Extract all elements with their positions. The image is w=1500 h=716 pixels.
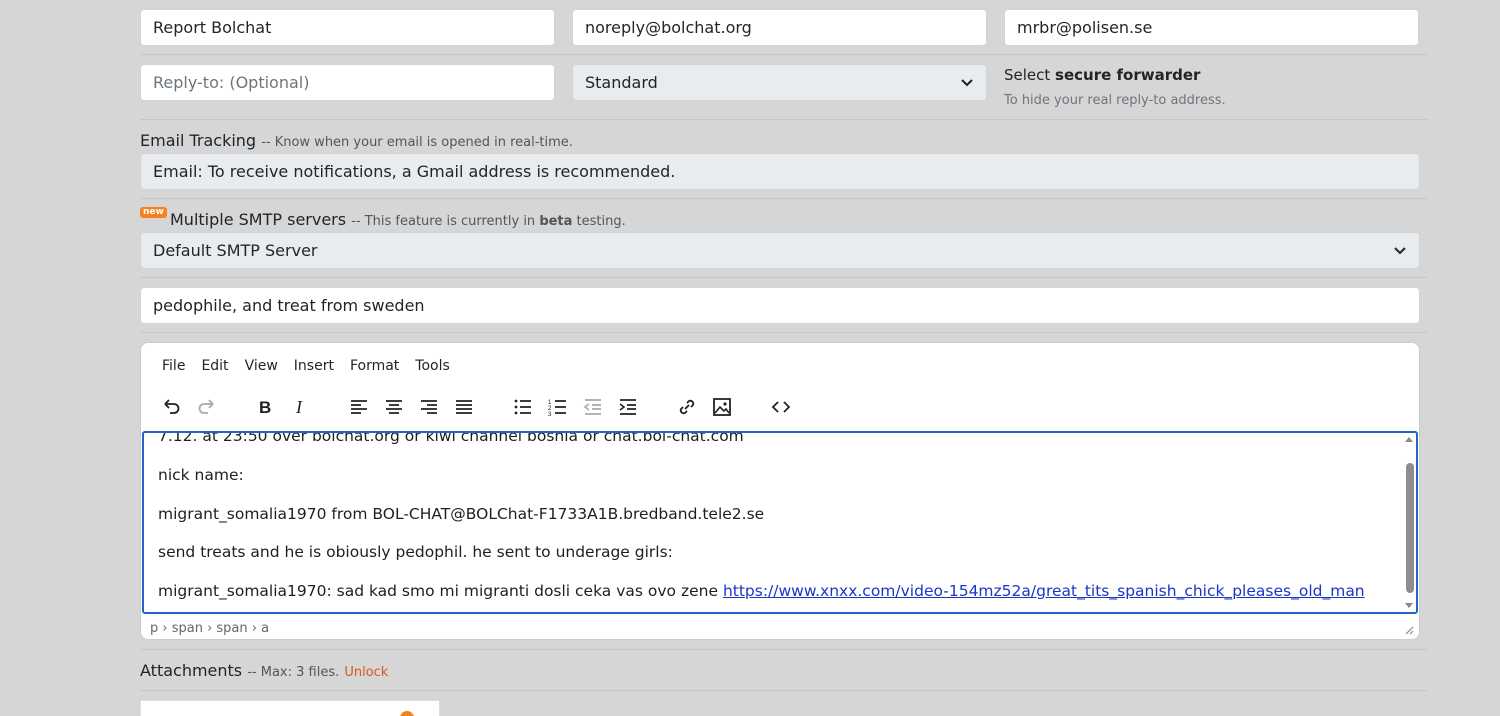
- forwarder-title: Select secure forwarder: [1004, 66, 1200, 84]
- align-left-icon[interactable]: [348, 396, 370, 418]
- scroll-down-icon[interactable]: [1404, 602, 1414, 610]
- smtp-note-suffix: testing.: [572, 214, 626, 229]
- align-right-icon[interactable]: [418, 396, 440, 418]
- menu-file[interactable]: File: [162, 358, 185, 374]
- tracking-heading: Email Tracking -- Know when your email i…: [140, 131, 573, 150]
- svg-text:B: B: [259, 398, 271, 417]
- content-line: migrant_somalia1970: sad kad smo mi migr…: [158, 582, 1365, 600]
- divider: [140, 277, 1427, 278]
- redo-icon[interactable]: [196, 396, 218, 418]
- smtp-note: -- This feature is currently in beta tes…: [351, 214, 626, 229]
- outdent-icon[interactable]: [582, 396, 604, 418]
- align-center-icon[interactable]: [383, 396, 405, 418]
- content-line: nick name:: [158, 466, 244, 484]
- menu-view[interactable]: View: [245, 358, 278, 374]
- divider: [140, 198, 1427, 199]
- subject-input[interactable]: pedophile, and treat from sweden: [140, 287, 1420, 324]
- chevron-down-icon: [961, 79, 973, 87]
- editor-menubar: File Edit View Insert Format Tools: [162, 358, 450, 374]
- tracking-label: Email Tracking: [140, 131, 257, 150]
- smtp-select[interactable]: Default SMTP Server: [140, 232, 1420, 269]
- editor-path: p › span › span › a: [150, 621, 270, 636]
- unlock-link[interactable]: Unlock: [344, 665, 388, 680]
- content-line-text: migrant_somalia1970: sad kad smo mi migr…: [158, 582, 723, 600]
- svg-text:I: I: [295, 397, 303, 417]
- content-line: migrant_somalia1970 from BOL-CHAT@BOLCha…: [158, 505, 765, 523]
- forwarder-hint: To hide your real reply-to address.: [1004, 93, 1226, 108]
- menu-tools[interactable]: Tools: [415, 358, 450, 374]
- attachments-heading: Attachments -- Max: 3 files. Unlock: [140, 661, 388, 680]
- menu-edit[interactable]: Edit: [201, 358, 228, 374]
- editor-content[interactable]: 7.12. at 23:50 over bolchat.org or kiwi …: [142, 431, 1418, 614]
- image-icon[interactable]: [711, 396, 733, 418]
- new-badge: new: [140, 207, 167, 218]
- chevron-down-icon: [1394, 247, 1406, 255]
- undo-icon[interactable]: [160, 396, 182, 418]
- attachments-label: Attachments: [140, 661, 243, 680]
- smtp-select-value: Default SMTP Server: [153, 241, 318, 260]
- content-link[interactable]: https://www.xnxx.com/video-154mz52a/grea…: [723, 582, 1365, 600]
- numbered-list-icon[interactable]: 123: [547, 396, 569, 418]
- to-email-input[interactable]: mrbr@polisen.se: [1004, 9, 1419, 46]
- scroll-up-icon[interactable]: [1404, 435, 1414, 443]
- scrollbar-thumb[interactable]: [1406, 463, 1414, 593]
- svg-text:3: 3: [548, 412, 552, 418]
- bullet-list-icon[interactable]: [512, 396, 534, 418]
- divider: [140, 649, 1427, 650]
- from-name-input[interactable]: Report Bolchat: [140, 9, 555, 46]
- bold-icon[interactable]: B: [254, 396, 276, 418]
- reply-to-input[interactable]: Reply-to: (Optional): [140, 64, 555, 101]
- divider: [140, 332, 1427, 333]
- attachment-dropzone[interactable]: [140, 700, 440, 716]
- resize-handle-icon[interactable]: [1404, 625, 1414, 635]
- content-line: send treats and he is obiously pedophil.…: [158, 543, 673, 561]
- forwarder-title-prefix: Select: [1004, 66, 1056, 84]
- smtp-label: Multiple SMTP servers: [170, 210, 347, 229]
- menu-format[interactable]: Format: [350, 358, 399, 374]
- from-email-input[interactable]: noreply@bolchat.org: [572, 9, 987, 46]
- content-line: 7.12. at 23:50 over bolchat.org or kiwi …: [158, 431, 744, 445]
- align-justify-icon[interactable]: [453, 396, 475, 418]
- link-icon[interactable]: [676, 396, 698, 418]
- divider: [140, 54, 1427, 55]
- forwarder-title-bold: secure forwarder: [1055, 66, 1201, 84]
- tracking-email-input[interactable]: Email: To receive notifications, a Gmail…: [140, 153, 1420, 190]
- tracking-note: -- Know when your email is opened in rea…: [261, 135, 573, 150]
- smtp-note-bold: beta: [539, 214, 573, 229]
- italic-icon[interactable]: I: [290, 396, 312, 418]
- divider: [140, 690, 1427, 691]
- smtp-heading: Multiple SMTP servers -- This feature is…: [170, 210, 626, 229]
- source-code-icon[interactable]: [770, 396, 792, 418]
- forwarder-select[interactable]: Standard: [572, 64, 987, 101]
- menu-insert[interactable]: Insert: [294, 358, 334, 374]
- attachments-note: -- Max: 3 files.: [247, 665, 340, 680]
- divider: [140, 119, 1427, 120]
- indent-icon[interactable]: [617, 396, 639, 418]
- smtp-note-prefix: -- This feature is currently in: [351, 214, 540, 229]
- forwarder-select-value: Standard: [585, 73, 658, 92]
